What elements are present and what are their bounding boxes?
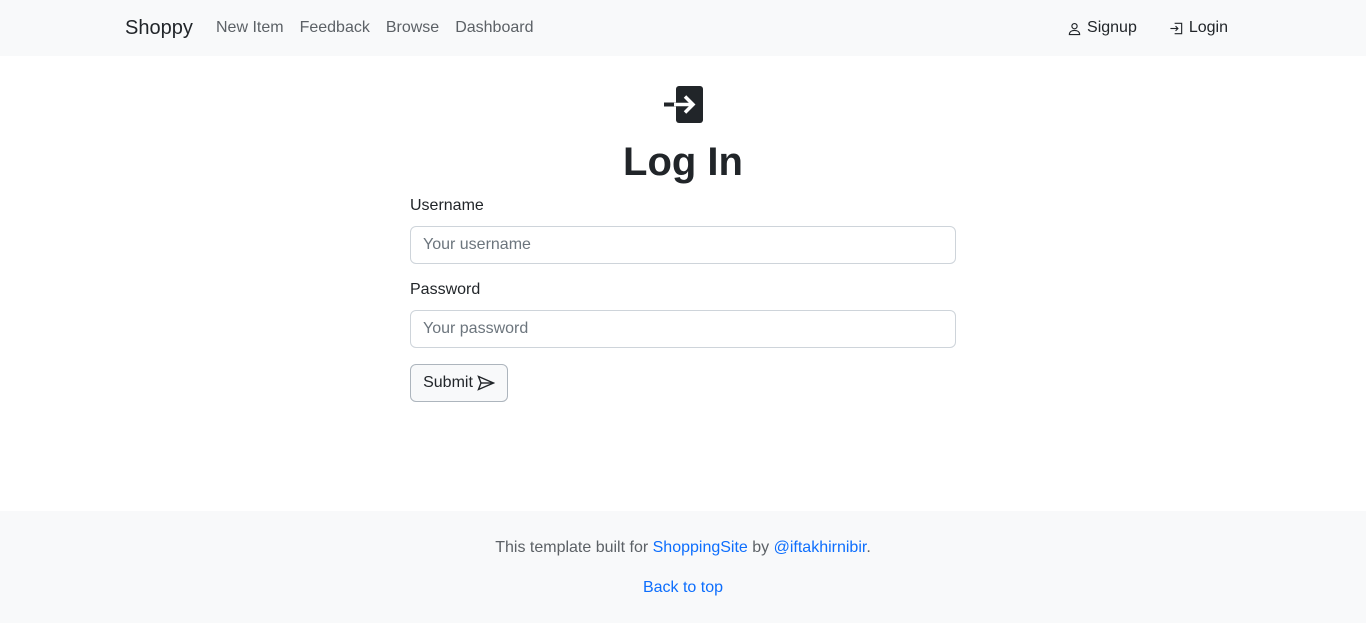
footer-prefix: This template built for [495,539,653,556]
person-icon [1068,22,1081,35]
nav-link-feedback[interactable]: Feedback [300,18,370,38]
password-input[interactable] [410,310,956,348]
password-group: Password [410,280,956,348]
login-link[interactable]: Login [1169,18,1228,38]
username-group: Username [410,194,956,264]
submit-button[interactable]: Submit [410,364,508,402]
nav-link-dashboard[interactable]: Dashboard [455,18,533,38]
footer-credit: This template built for ShoppingSite by … [0,538,1366,558]
login-label: Login [1188,19,1228,36]
box-arrow-in-right-icon [664,86,703,123]
submit-label: Submit [423,374,473,391]
username-label: Username [410,197,484,214]
back-to-top: Back to top [0,578,1366,598]
nav-link-new-item[interactable]: New Item [216,18,284,38]
footer: This template built for ShoppingSite by … [0,511,1366,623]
site-link[interactable]: ShoppingSite [653,539,748,556]
footer-middle: by [747,539,774,556]
nav-link-browse[interactable]: Browse [386,18,439,38]
login-icon [1170,22,1183,34]
author-link[interactable]: @iftakhirnibir [774,539,867,556]
username-input[interactable] [410,226,956,264]
brand-link[interactable]: Shoppy [125,15,193,41]
footer-suffix: . [866,539,871,556]
page-title: Log In [623,140,743,184]
send-icon [477,375,495,391]
navbar: Shoppy New Item Feedback Browse Dashboar… [0,0,1366,56]
signup-label: Signup [1087,19,1137,36]
back-to-top-link[interactable]: Back to top [643,579,723,596]
nav-links: New Item Feedback Browse Dashboard [216,18,533,38]
signup-link[interactable]: Signup [1067,18,1137,38]
nav-right: Signup Login [1067,18,1228,38]
password-label: Password [410,281,481,298]
